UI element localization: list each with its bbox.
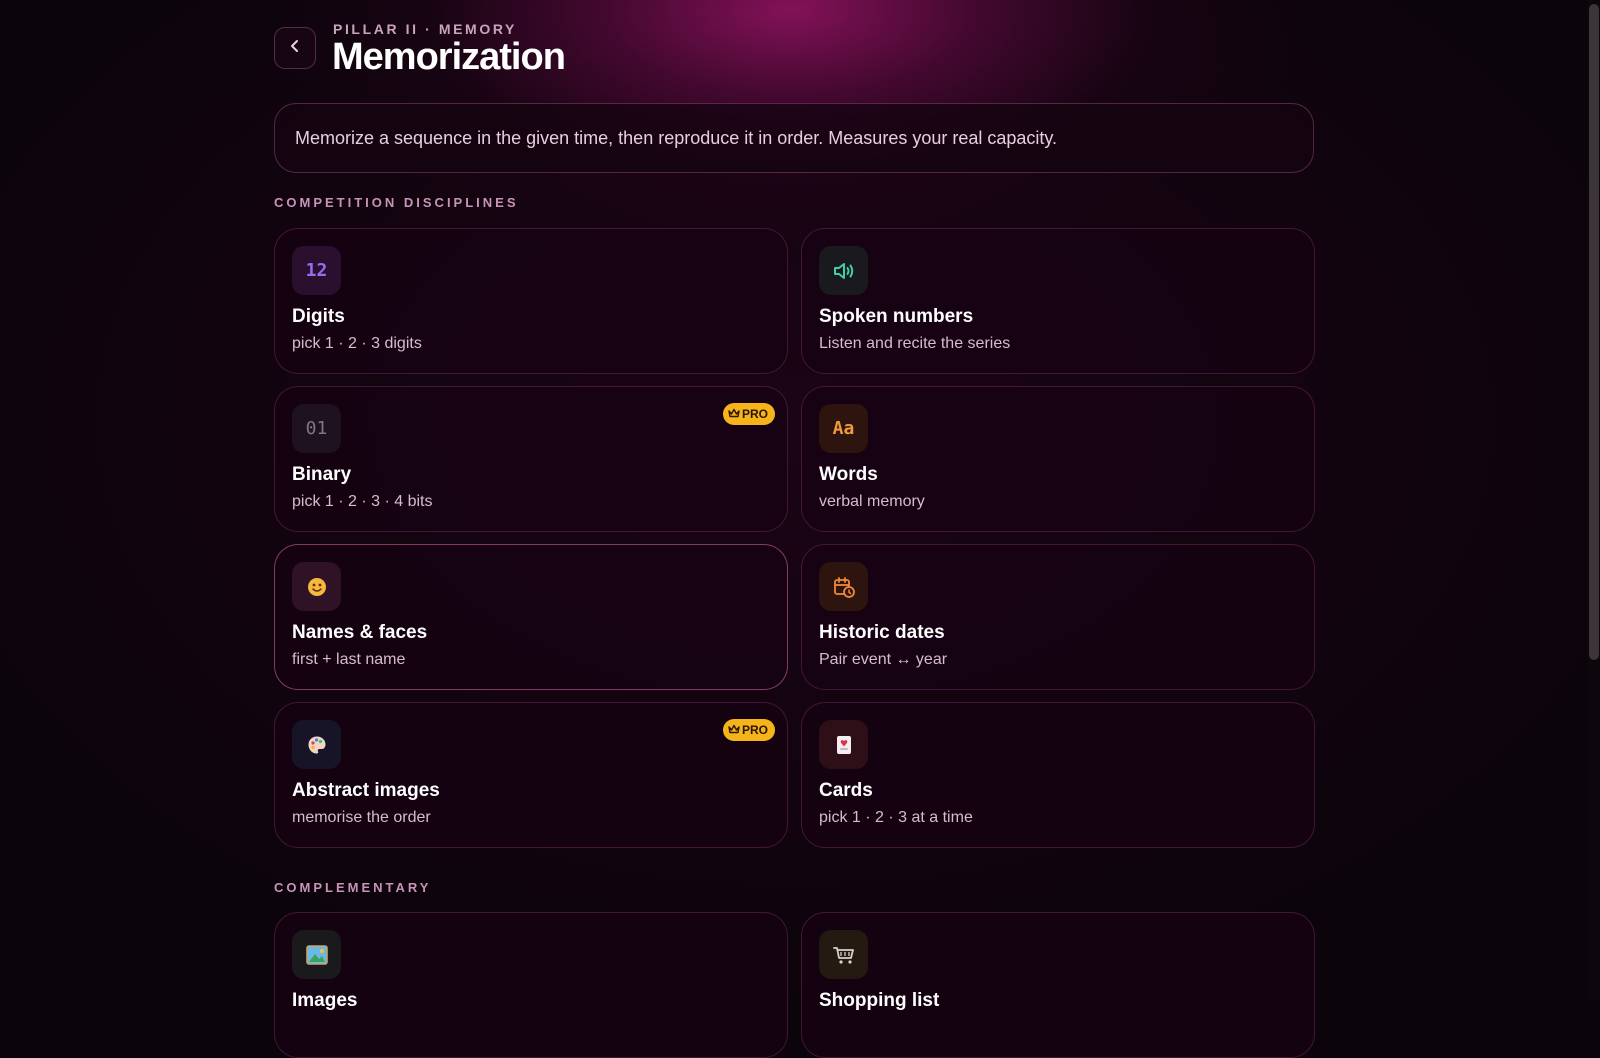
card-title: Spoken numbers (819, 306, 974, 327)
card-title: Cards (819, 780, 873, 801)
card-subtitle: Listen and recite the series (819, 335, 1011, 352)
letters-icon: Aa (819, 404, 868, 453)
smiley-face-icon (292, 562, 341, 611)
shopping-cart-icon (819, 930, 868, 979)
section-label-competition: COMPETITION DISCIPLINES (274, 195, 519, 210)
card-subtitle: first + last name (292, 651, 406, 668)
discipline-card-names-faces[interactable]: Names & faces first + last name (274, 544, 788, 690)
digits-icon: 12 (292, 246, 341, 295)
discipline-card-binary[interactable]: 01 PRO Binary pick 1 · 2 · 3 · 4 bits (274, 386, 788, 532)
complementary-card-shopping-list[interactable]: Shopping list (801, 912, 1315, 1058)
complementary-card-images[interactable]: Images (274, 912, 788, 1058)
discipline-card-digits[interactable]: 12 Digits pick 1 · 2 · 3 digits (274, 228, 788, 374)
description-panel: Memorize a sequence in the given time, t… (274, 103, 1314, 173)
card-subtitle: verbal memory (819, 493, 925, 510)
discipline-card-cards[interactable]: Cards pick 1 · 2 · 3 at a time (801, 702, 1315, 848)
section-label-complementary: COMPLEMENTARY (274, 880, 432, 895)
scrollbar-thumb[interactable] (1589, 4, 1599, 660)
chevron-left-icon (288, 39, 302, 58)
back-button[interactable] (274, 27, 316, 69)
pro-label: PRO (741, 723, 768, 737)
pro-label: PRO (741, 407, 768, 421)
card-title: Names & faces (292, 622, 428, 643)
card-subtitle: pick 1 · 2 · 3 at a time (819, 809, 973, 826)
playing-card-icon (819, 720, 868, 769)
discipline-card-historic-dates[interactable]: Historic dates Pair event ↔ year (801, 544, 1315, 690)
calendar-clock-icon (819, 562, 868, 611)
card-title: Binary (292, 464, 352, 485)
card-subtitle: pick 1 · 2 · 3 digits (292, 335, 422, 352)
card-title: Abstract images (292, 780, 440, 801)
card-title: Historic dates (819, 622, 945, 643)
palette-icon (292, 720, 341, 769)
scrollbar-track[interactable] (1588, 0, 1600, 1000)
discipline-card-abstract-images[interactable]: PRO Abstract images memorise the order (274, 702, 788, 848)
binary-icon: 01 (292, 404, 341, 453)
card-subtitle: memorise the order (292, 809, 431, 826)
pillar-eyebrow: PILLAR II · MEMORY (333, 21, 517, 37)
page-title: Memorization (332, 36, 566, 78)
crown-icon (728, 723, 740, 737)
card-title: Images (292, 990, 358, 1011)
discipline-card-spoken-numbers[interactable]: Spoken numbers Listen and recite the ser… (801, 228, 1315, 374)
pro-badge: PRO (722, 719, 775, 741)
card-title: Shopping list (819, 990, 940, 1011)
framed-picture-icon (292, 930, 341, 979)
pro-badge: PRO (722, 403, 775, 425)
crown-icon (728, 407, 740, 421)
discipline-card-words[interactable]: Aa Words verbal memory (801, 386, 1315, 532)
description-text: Memorize a sequence in the given time, t… (295, 127, 1058, 148)
speaker-icon (819, 246, 868, 295)
card-subtitle: Pair event ↔ year (819, 651, 948, 668)
card-title: Words (819, 464, 878, 485)
card-subtitle: pick 1 · 2 · 3 · 4 bits (292, 493, 433, 510)
card-title: Digits (292, 306, 345, 327)
